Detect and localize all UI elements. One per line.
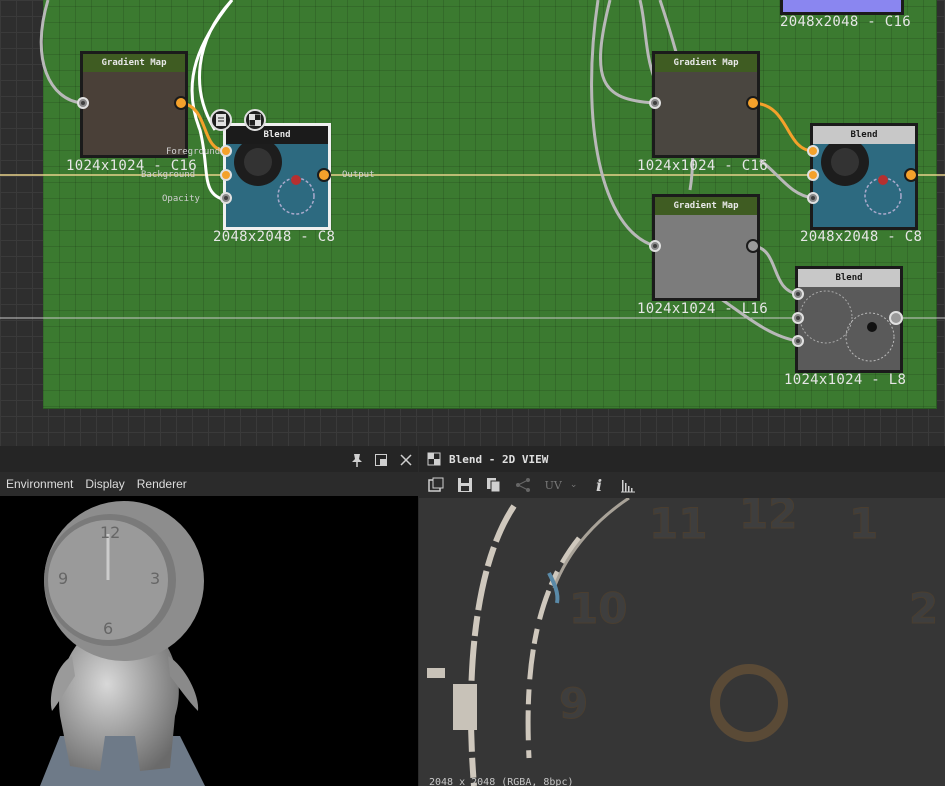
node-title: Blend	[813, 126, 915, 144]
port-label-opacity: Opacity	[162, 194, 200, 204]
input-port[interactable]	[649, 240, 661, 252]
node-resolution-label: 2048x2048 - C16	[780, 14, 911, 30]
foreground-input-port[interactable]	[807, 145, 819, 157]
output-port[interactable]	[904, 168, 918, 182]
3d-viewport[interactable]: 12 3 6 9	[0, 496, 418, 786]
output-port[interactable]	[317, 168, 331, 182]
svg-text:2: 2	[909, 584, 938, 633]
svg-text:11: 11	[649, 499, 707, 548]
2d-view-toolbar: UV ⌄ i	[419, 472, 945, 498]
panel-titlebar: Blend - 2D VIEW	[419, 446, 945, 472]
close-icon[interactable]	[399, 452, 413, 466]
node-resolution-label: 2048x2048 - C8	[213, 229, 336, 245]
port-label-foreground: Foreground	[166, 147, 221, 157]
node-title: Blend	[798, 269, 900, 287]
node-thumbnail	[83, 72, 185, 155]
blend-node-selected[interactable]: Blend	[223, 123, 331, 230]
node-resolution-label: 1024x1024 - C16	[637, 158, 768, 174]
background-input-port[interactable]	[220, 169, 232, 181]
output-port[interactable]	[746, 96, 760, 110]
status-text: 2048 x 2048 (RGBA, 8bpc)	[429, 777, 574, 786]
menu-environment[interactable]: Environment	[6, 477, 73, 491]
background-input-port[interactable]	[807, 169, 819, 181]
blend-node[interactable]: Blend	[810, 123, 918, 230]
node-thumbnail	[798, 287, 900, 370]
foreground-input-port[interactable]	[792, 288, 804, 300]
node-preview-partial[interactable]	[780, 0, 904, 15]
panel-title: Blend - 2D VIEW	[449, 452, 549, 466]
histogram-icon[interactable]	[617, 475, 639, 495]
checker-icon	[427, 452, 441, 466]
gradient-map-node[interactable]: Gradient Map	[652, 194, 760, 301]
info-icon[interactable]: i	[588, 475, 610, 495]
output-port[interactable]	[174, 96, 188, 110]
opacity-input-port[interactable]	[792, 335, 804, 347]
node-title: Gradient Map	[83, 54, 185, 72]
maximize-icon[interactable]	[374, 452, 388, 466]
port-label-output: Output	[342, 170, 375, 180]
opacity-input-port[interactable]	[220, 192, 232, 204]
2d-viewport[interactable]: 11 12 1 2 10 9 2048 x 2048 (RGBA, 8bpc)	[419, 498, 945, 786]
svg-text:12: 12	[739, 498, 797, 538]
node-thumbnail	[813, 138, 915, 227]
share-icon[interactable]	[512, 475, 534, 495]
document-icon[interactable]	[210, 109, 232, 131]
svg-text:9: 9	[559, 679, 588, 728]
chevron-down-icon: ⌄	[569, 480, 578, 490]
svg-text:9: 9	[58, 569, 68, 588]
port-label-background: Background	[141, 170, 196, 180]
background-input-port[interactable]	[792, 312, 804, 324]
node-thumbnail	[226, 138, 328, 227]
node-resolution-label: 2048x2048 - C8	[800, 229, 923, 245]
camera-icon[interactable]	[425, 475, 447, 495]
panel-titlebar	[0, 446, 418, 472]
node-thumbnail	[655, 72, 757, 155]
save-icon[interactable]	[454, 475, 476, 495]
svg-text:10: 10	[569, 584, 627, 633]
blend-node[interactable]: Blend	[795, 266, 903, 373]
input-port[interactable]	[649, 97, 661, 109]
svg-text:12: 12	[100, 523, 120, 542]
uv-label: UV	[544, 478, 562, 492]
node-title: Gradient Map	[655, 197, 757, 215]
output-port[interactable]	[889, 311, 903, 325]
node-title: Gradient Map	[655, 54, 757, 72]
svg-text:6: 6	[103, 619, 113, 638]
node-resolution-label: 1024x1024 - L8	[784, 372, 907, 388]
2d-view-panel: Blend - 2D VIEW UV ⌄ i 11 12 1 2 10 9 204…	[419, 446, 945, 786]
svg-text:3: 3	[150, 569, 160, 588]
menu-renderer[interactable]: Renderer	[137, 477, 187, 491]
uv-dropdown[interactable]: UV ⌄	[541, 475, 581, 495]
3d-view-menu: Environment Display Renderer	[0, 472, 418, 496]
menu-display[interactable]: Display	[85, 477, 124, 491]
3d-view-panel: Environment Display Renderer 12 3 6 9	[0, 446, 418, 786]
node-title: Blend	[226, 126, 328, 144]
svg-text:1: 1	[849, 499, 878, 548]
checker-icon[interactable]	[244, 109, 266, 131]
gradient-map-node[interactable]: Gradient Map	[80, 51, 188, 158]
input-port[interactable]	[77, 97, 89, 109]
foreground-input-port[interactable]	[220, 145, 232, 157]
node-resolution-label: 1024x1024 - L16	[637, 301, 768, 317]
copy-icon[interactable]	[483, 475, 505, 495]
pin-icon[interactable]	[350, 452, 364, 467]
gradient-map-node[interactable]: Gradient Map	[652, 51, 760, 158]
output-port[interactable]	[746, 239, 760, 253]
opacity-input-port[interactable]	[807, 192, 819, 204]
node-thumbnail	[655, 215, 757, 298]
node-graph[interactable]: 2048x2048 - C16 Gradient Map 1024x1024 -…	[0, 0, 945, 446]
